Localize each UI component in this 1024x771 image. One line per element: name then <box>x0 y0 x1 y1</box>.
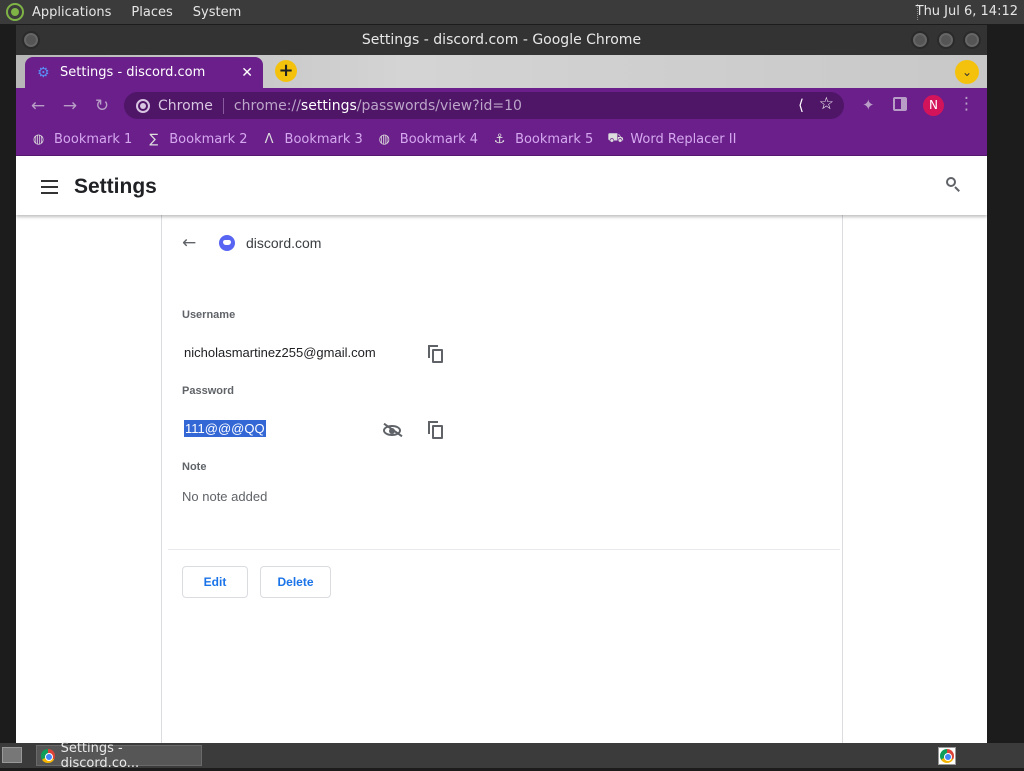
note-label: Note <box>182 461 207 473</box>
reload-icon[interactable]: ↻ <box>91 95 113 117</box>
tab-title: Settings - discord.com <box>60 65 206 80</box>
bookmark-item[interactable]: ◍ Bookmark 4 <box>377 132 478 147</box>
window-titlebar[interactable]: Settings - discord.com - Google Chrome <box>16 25 987 55</box>
note-value: No note added <box>182 489 268 504</box>
password-label: Password <box>182 385 234 397</box>
distro-logo-icon[interactable] <box>6 3 24 21</box>
settings-header: Settings <box>16 158 987 215</box>
places-menu[interactable]: Places <box>131 5 172 20</box>
taskbar-window-button[interactable]: Settings - discord.co... <box>36 741 202 771</box>
bookmark-icon: ∑ <box>149 131 159 147</box>
globe-icon: ◍ <box>32 131 45 147</box>
bookmark-label: Bookmark 4 <box>399 131 479 147</box>
site-name: discord.com <box>246 235 322 251</box>
bookmarks-bar: ◍ Bookmark 1 ∑ Bookmark 2 Λ Bookmark 3 ◍ Boo… <box>16 123 987 156</box>
new-tab-button[interactable]: + <box>275 60 297 82</box>
discord-icon <box>219 235 235 251</box>
tab-settings[interactable]: ⚙ Settings - discord.com ✕ <box>25 57 263 88</box>
applications-menu[interactable]: Applications <box>32 5 111 20</box>
taskbar-window-title: Settings - discord.co... <box>60 740 140 771</box>
bookmark-label: Bookmark 2 <box>169 131 248 147</box>
site-header: ← discord.com <box>182 233 321 253</box>
hide-password-eye-icon[interactable] <box>382 422 403 438</box>
bookmark-icon: ⚓ <box>493 131 506 147</box>
back-arrow-icon[interactable]: ← <box>182 233 202 253</box>
bookmark-label: Word Replacer II <box>630 131 737 147</box>
top-panel: Applications Places System Thu Jul 6, 14… <box>0 0 1024 24</box>
minimize-button[interactable] <box>911 31 929 49</box>
bookmark-item[interactable]: ∑ Bookmark 2 <box>146 132 247 147</box>
bookmark-item[interactable]: Λ Bookmark 3 <box>262 132 363 147</box>
window-title: Settings - discord.com - Google Chrome <box>361 32 642 48</box>
copy-password-icon[interactable] <box>428 421 444 439</box>
globe-icon: ◍ <box>378 131 390 147</box>
window-menu-button[interactable] <box>22 31 40 49</box>
edit-button[interactable]: Edit <box>182 566 248 598</box>
more-menu-icon[interactable]: ⋮ <box>958 94 975 114</box>
back-arrow-icon[interactable]: ← <box>27 95 49 117</box>
password-detail-card: ← discord.com Username nicholasmartinez2… <box>161 215 843 743</box>
origin-chip: Chrome <box>158 97 224 114</box>
tab-close-icon[interactable]: ✕ <box>241 65 253 81</box>
chrome-window: Settings - discord.com - Google Chrome ⚙… <box>16 25 987 743</box>
word-replacer-icon: ⛟ <box>607 130 624 146</box>
close-window-button[interactable] <box>963 31 981 49</box>
page-title: Settings <box>74 174 157 198</box>
delete-button[interactable]: Delete <box>260 566 331 598</box>
password-value[interactable]: 111@@@QQ <box>184 420 266 437</box>
bookmark-item[interactable]: ⚓ Bookmark 5 <box>492 131 594 147</box>
maximize-button[interactable] <box>937 31 955 49</box>
bookmark-label: Bookmark 1 <box>54 131 133 147</box>
hamburger-menu-icon[interactable] <box>41 179 58 194</box>
system-menu[interactable]: System <box>193 5 241 20</box>
username-value[interactable]: nicholasmartinez255@gmail.com <box>184 345 376 360</box>
browser-toolbar: ← → ↻ Chrome chrome://settings/passwords… <box>16 88 987 123</box>
bookmark-icon: Λ <box>264 131 274 147</box>
url-host: settings <box>300 97 357 114</box>
bookmark-item[interactable]: ⛟ Word Replacer II <box>607 131 736 148</box>
settings-gear-icon: ⚙ <box>37 64 50 81</box>
search-icon[interactable] <box>946 177 960 192</box>
side-panel-icon[interactable] <box>893 97 907 111</box>
share-icon[interactable]: ⟨ <box>798 96 804 114</box>
bookmark-star-icon[interactable]: ☆ <box>819 94 834 114</box>
url-path: /passwords/view?id=10 <box>356 97 522 114</box>
bookmark-label: Bookmark 5 <box>515 131 594 147</box>
bookmark-label: Bookmark 3 <box>284 131 363 147</box>
url-scheme: chrome:// <box>233 97 301 114</box>
address-bar[interactable]: Chrome chrome://settings/passwords/view?… <box>124 92 844 119</box>
clock[interactable]: Thu Jul 6, 14:12 <box>916 4 1018 19</box>
bookmark-item[interactable]: ◍ Bookmark 1 <box>31 132 132 147</box>
chrome-icon <box>940 749 954 763</box>
tab-strip: ⚙ Settings - discord.com ✕ + ⌄ <box>16 55 987 88</box>
tray-chrome-icon[interactable] <box>938 747 956 765</box>
username-label: Username <box>182 309 236 321</box>
chrome-logo-icon <box>136 98 150 113</box>
tab-search-button[interactable]: ⌄ <box>955 60 979 84</box>
profile-avatar[interactable]: N <box>923 95 944 116</box>
show-desktop-icon[interactable] <box>2 747 22 763</box>
divider <box>168 549 840 550</box>
extensions-puzzle-icon[interactable]: ✦ <box>862 96 875 114</box>
bottom-panel: Settings - discord.co... <box>0 741 1024 771</box>
chrome-icon <box>41 748 55 763</box>
forward-arrow-icon[interactable]: → <box>59 95 81 117</box>
copy-username-icon[interactable] <box>428 345 444 363</box>
